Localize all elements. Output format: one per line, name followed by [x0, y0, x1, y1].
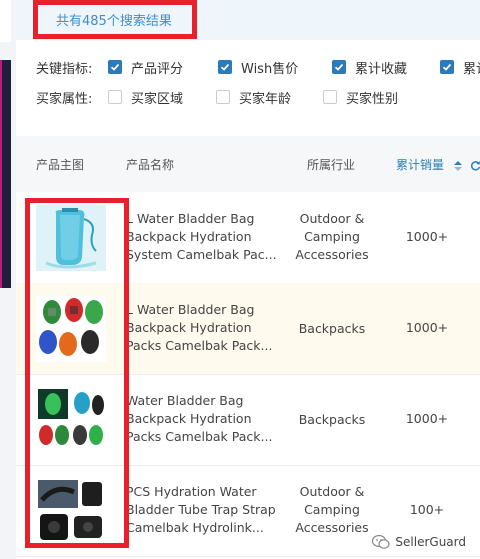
checkbox-unchecked-icon[interactable] — [216, 90, 230, 104]
header-total-sales[interactable]: 累计销量 — [396, 156, 480, 173]
wechat-icon — [372, 535, 391, 549]
filter-label: 买家性别 — [346, 91, 399, 107]
filter-label: 买家年龄 — [239, 91, 292, 107]
buyer-attributes-label: 买家属性: — [36, 91, 93, 107]
refresh-icon[interactable] — [470, 160, 480, 171]
header-total-sales-label: 累计销量 — [396, 158, 445, 172]
filter-product-rating[interactable]: 产品评分 — [108, 58, 218, 77]
filter-label: Wish售价 — [241, 61, 299, 77]
product-industry: Outdoor & Camping Accessories — [295, 211, 369, 262]
filter-label: 累计收藏 — [355, 61, 408, 77]
annotation-box-result-count — [33, 0, 197, 39]
filter-wish-price[interactable]: Wish售价 — [218, 58, 332, 77]
filter-label: 累计 — [463, 61, 480, 77]
product-sales: 1000+ — [405, 411, 449, 426]
product-sales: 100+ — [409, 502, 445, 517]
filter-buyer-age[interactable]: 买家年龄 — [216, 88, 323, 107]
product-name[interactable]: L Water Bladder Bag Backpack Hydration S… — [126, 210, 280, 264]
checkbox-checked-icon[interactable] — [440, 60, 454, 74]
filter-label: 产品评分 — [131, 61, 184, 77]
product-sales: 1000+ — [405, 229, 449, 244]
filter-buyer-region[interactable]: 买家区域 — [108, 88, 216, 107]
checkbox-unchecked-icon[interactable] — [108, 90, 122, 104]
header-product-image: 产品主图 — [36, 158, 85, 172]
product-sales: 1000+ — [405, 320, 449, 335]
product-industry: Outdoor & Camping Accessories — [295, 484, 369, 535]
search-results-panel: 共有485个搜索结果 关键指标: 产品评分 Wish售价 累计收藏 累计 买家属… — [16, 0, 480, 559]
checkbox-checked-icon[interactable] — [218, 60, 232, 74]
product-name[interactable]: Water Bladder Bag Backpack Hydration Pac… — [126, 392, 280, 446]
annotation-box-product-images — [25, 198, 129, 548]
sort-arrows-icon[interactable] — [453, 160, 462, 171]
product-industry: Backpacks — [298, 412, 366, 427]
filter-buyer-gender[interactable]: 买家性别 — [323, 88, 398, 107]
key-indicators-label: 关键指标: — [36, 61, 93, 77]
checkbox-unchecked-icon[interactable] — [323, 90, 337, 104]
product-name[interactable]: PCS Hydration Water Bladder Tube Trap St… — [126, 483, 280, 537]
checkbox-checked-icon[interactable] — [332, 60, 346, 74]
watermark-text: SellerGuard — [395, 535, 466, 549]
checkbox-checked-icon[interactable] — [108, 60, 122, 74]
watermark: SellerGuard — [372, 535, 466, 549]
product-name[interactable]: L Water Bladder Bag Backpack Hydration P… — [126, 301, 280, 355]
header-industry: 所属行业 — [307, 158, 356, 172]
filter-label: 买家区域 — [131, 91, 184, 107]
filter-total-favorites[interactable]: 累计收藏 — [332, 58, 440, 77]
key-indicators-row: 关键指标: 产品评分 Wish售价 累计收藏 累计 — [36, 56, 480, 78]
filter-total-sales[interactable]: 累计 — [440, 58, 480, 77]
buyer-attributes-row: 买家属性: 买家区域 买家年龄 买家性别 — [36, 86, 398, 108]
product-industry: Backpacks — [298, 321, 366, 336]
header-product-name: 产品名称 — [126, 158, 175, 172]
app-sidebar-strip — [0, 0, 16, 559]
table-header: 产品主图 产品名称 所属行业 累计销量 — [16, 136, 480, 192]
